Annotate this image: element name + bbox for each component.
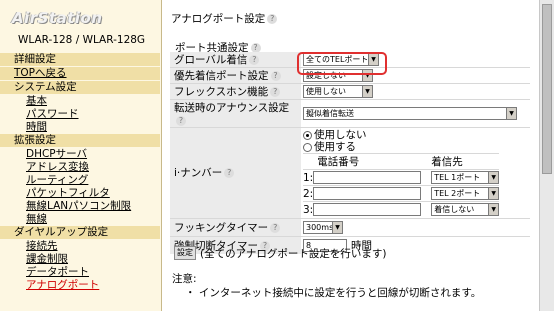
dropdown-arrow-icon: ▼	[488, 172, 499, 183]
inumber-off-label: 使用しない	[314, 129, 367, 141]
main-content: アナログポート設定? ポート共通設定? グローバル着信? 全てのTELポート ▼ …	[163, 0, 539, 311]
inumber-table: 電話番号 着信先 1: TEL 1ポート ▼ 2: TEL 2ポート ▼ 3: …	[303, 153, 500, 218]
model-name: WLAR-128 / WLAR-128G	[18, 34, 146, 46]
vertical-scrollbar[interactable]	[539, 0, 554, 311]
note-body: ・ インターネット接続中に設定を行うと回線が切断されます。	[185, 287, 482, 299]
help-icon[interactable]: ?	[176, 116, 186, 126]
dropdown-arrow-icon: ▼	[488, 188, 499, 199]
scrollbar-thumb[interactable]	[542, 4, 552, 174]
announce-select[interactable]: 擬似着信転送 ▼	[303, 107, 517, 120]
nav-item-billing-limit[interactable]: 課金制限	[0, 253, 160, 265]
phone-number-input[interactable]	[313, 187, 422, 200]
airstation-logo: AirStation	[12, 9, 103, 27]
nav-item-analog-port[interactable]: アナログポート	[0, 279, 160, 291]
nav-item-wlan-pc-limit[interactable]: 無線LANパソコン制限	[0, 200, 160, 212]
hooking-timer-select[interactable]: 300ms ▼	[303, 220, 343, 234]
entry-index: 3:	[303, 201, 314, 218]
destination-select[interactable]: 着信しない ▼	[431, 203, 500, 217]
dropdown-arrow-icon: ▼	[362, 86, 372, 97]
nav-item-data-port[interactable]: データポート	[0, 266, 160, 278]
global-incoming-label: グローバル着信?	[170, 52, 301, 68]
dropdown-arrow-icon: ▼	[332, 221, 342, 233]
highlight-box	[297, 52, 387, 75]
sidebar-nav: 詳細設定 TOPへ戻る システム設定 基本 パスワード 時間 拡張設定 DHCP…	[0, 52, 160, 291]
hooking-timer-label: フッキングタイマー?	[170, 217, 301, 236]
nav-item-time[interactable]: 時間	[0, 121, 160, 133]
flexphone-select[interactable]: 使用しない ▼	[303, 85, 373, 98]
nav-section-dialup: ダイヤルアップ設定	[0, 226, 160, 239]
inumber-entry-row: 1: TEL 1ポート ▼	[303, 169, 500, 186]
nav-item-basic[interactable]: 基本	[0, 95, 160, 107]
inumber-label: i·ナンバー?	[170, 127, 301, 218]
flexphone-label: フレックスホン機能?	[170, 83, 301, 100]
entry-index: 1:	[303, 169, 314, 186]
nav-item-packet-filter[interactable]: パケットフィルタ	[0, 187, 160, 199]
nav-item-password[interactable]: パスワード	[0, 108, 160, 120]
dropdown-arrow-icon: ▼	[488, 204, 499, 216]
settings-table: グローバル着信? 全てのTELポート ▼ 優先着信ポート設定? 設定しない ▼ フレ…	[170, 52, 530, 254]
inumber-entry-row: 2: TEL 2ポート ▼	[303, 185, 500, 202]
phone-number-input[interactable]	[313, 203, 422, 217]
help-icon[interactable]: ?	[224, 168, 235, 179]
row-inumber: i·ナンバー? 使用しない 使用する 電話番号 着信先 1: TEL 1ポート ▼	[170, 127, 530, 218]
row-hooking-timer: フッキングタイマー? 300ms ▼	[170, 217, 530, 236]
nav-item-routing[interactable]: ルーティング	[0, 174, 160, 186]
nav-section-advanced: 詳細設定	[0, 53, 160, 66]
inumber-on-radio[interactable]	[303, 142, 312, 152]
nav-section-extended: 拡張設定	[0, 134, 160, 147]
nav-item-destination[interactable]: 接続先	[0, 240, 160, 252]
nav-section-system: システム設定	[0, 81, 160, 94]
priority-port-label: 優先着信ポート設定?	[170, 67, 301, 84]
page-title: アナログポート設定?	[171, 11, 278, 26]
announce-label: 転送時のアナウンス設定?	[170, 99, 301, 128]
inumber-on-label: 使用する	[314, 141, 356, 153]
help-icon[interactable]: ?	[270, 222, 281, 233]
nav-item-dhcp[interactable]: DHCPサーバ	[0, 148, 160, 160]
help-icon[interactable]: ?	[249, 55, 260, 65]
set-button-note: (全てのアナログポート設定を行います)	[200, 248, 387, 260]
help-icon[interactable]: ?	[270, 71, 281, 81]
col-destination: 着信先	[423, 153, 500, 170]
sidebar: AirStation WLAR-128 / WLAR-128G 詳細設定 TOP…	[0, 0, 162, 311]
help-icon[interactable]: ?	[267, 14, 278, 24]
note-title: 注意:	[172, 273, 197, 285]
destination-select[interactable]: TEL 1ポート ▼	[431, 171, 500, 184]
entry-index: 2:	[303, 185, 314, 202]
inumber-off-radio[interactable]	[303, 130, 312, 140]
col-phone-number: 電話番号	[313, 153, 424, 170]
nav-item-wireless[interactable]: 無線	[0, 213, 160, 225]
row-flexphone: フレックスホン機能? 使用しない ▼	[170, 83, 530, 100]
nav-top-link[interactable]: TOPへ戻る	[0, 67, 160, 80]
inumber-entry-row: 3: 着信しない ▼	[303, 201, 500, 218]
row-announce: 転送時のアナウンス設定? 擬似着信転送 ▼	[170, 99, 530, 128]
nav-item-nat[interactable]: アドレス変換	[0, 161, 160, 173]
page-title-text: アナログポート設定	[171, 13, 266, 25]
set-button[interactable]: 設定	[174, 246, 196, 260]
destination-select[interactable]: TEL 2ポート ▼	[431, 187, 500, 200]
help-icon[interactable]: ?	[270, 87, 281, 97]
phone-number-input[interactable]	[313, 171, 422, 184]
dropdown-arrow-icon: ▼	[506, 108, 516, 119]
